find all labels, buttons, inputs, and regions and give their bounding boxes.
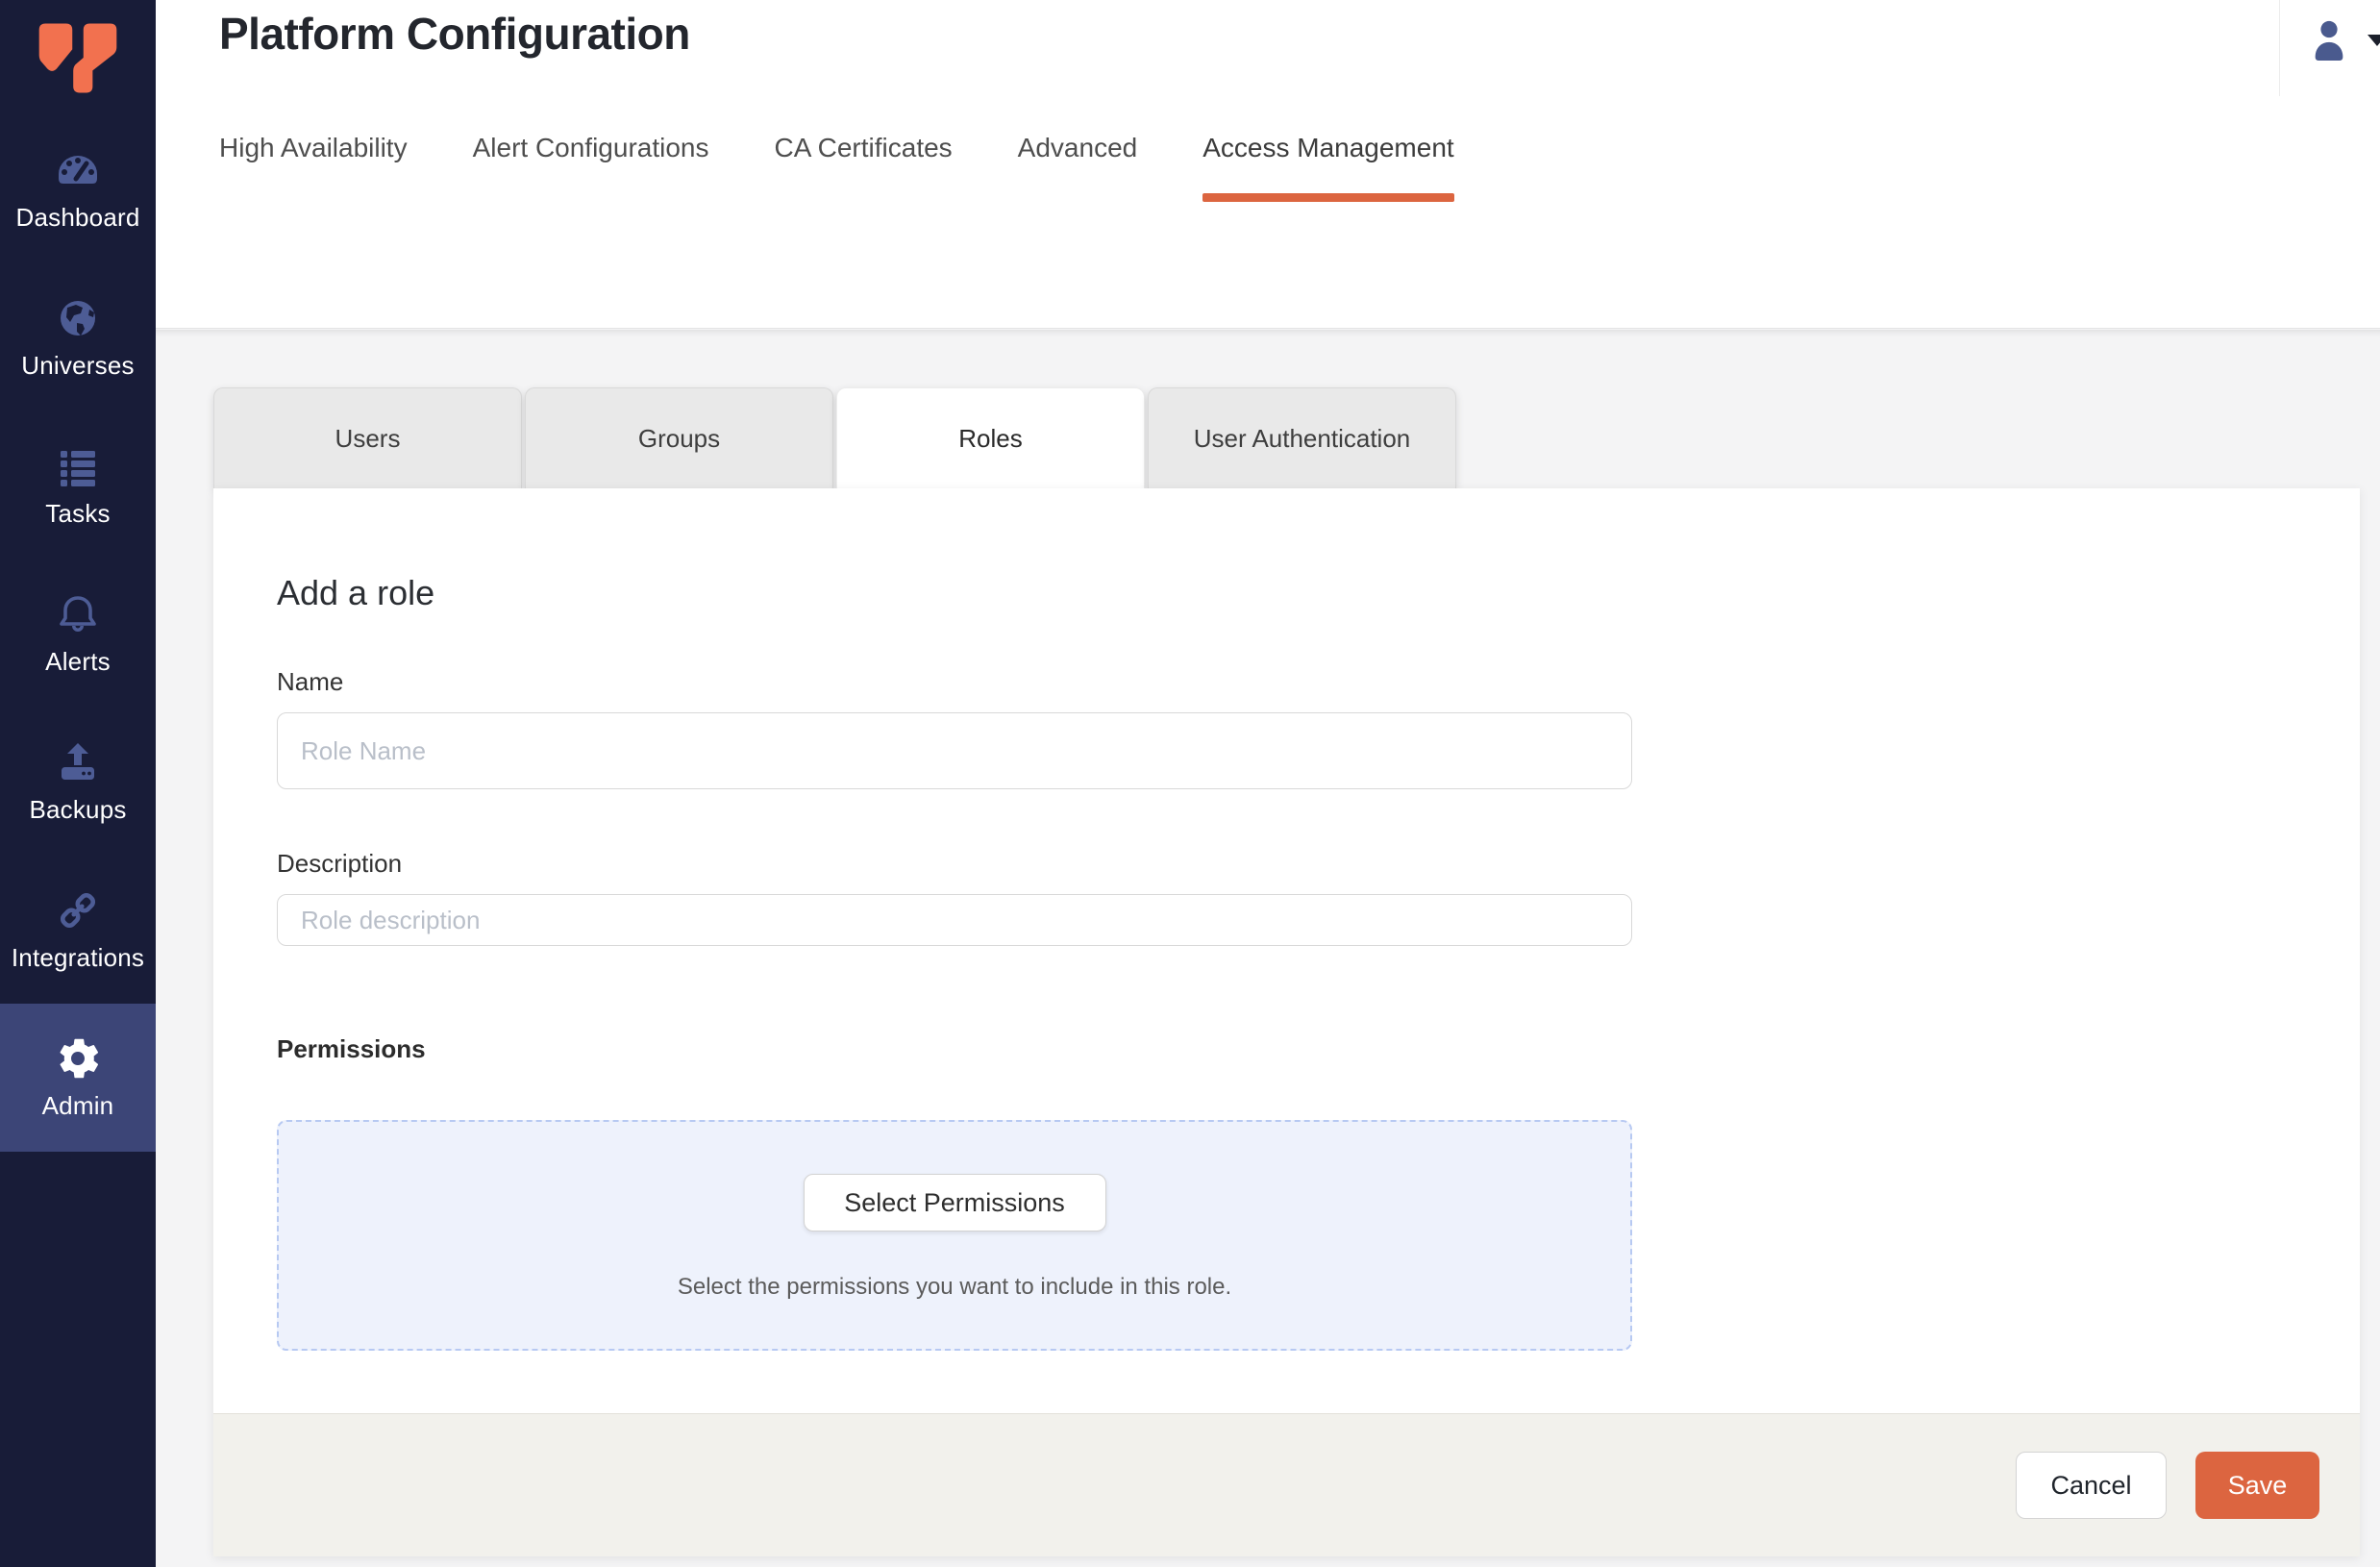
tasks-list-icon	[55, 443, 101, 489]
sidebar-item-label: Tasks	[45, 499, 110, 529]
sidebar-item-integrations[interactable]: Integrations	[0, 856, 156, 1004]
access-management-subtabs: Users Groups Roles User Authentication	[213, 387, 2380, 488]
form-footer: Cancel Save	[213, 1413, 2360, 1556]
yugabyte-logo-icon[interactable]	[32, 17, 124, 96]
subtab-groups[interactable]: Groups	[525, 387, 833, 488]
sidebar-item-label: Universes	[21, 351, 134, 381]
page-header: Platform Configuration High Availability…	[156, 0, 2380, 329]
permissions-dropzone: Select Permissions Select the permission…	[277, 1120, 1632, 1351]
subtab-roles[interactable]: Roles	[836, 387, 1145, 488]
select-permissions-button[interactable]: Select Permissions	[804, 1174, 1106, 1231]
sidebar-item-label: Admin	[42, 1091, 114, 1121]
sidebar-item-backups[interactable]: Backups	[0, 708, 156, 856]
save-button[interactable]: Save	[2195, 1452, 2319, 1519]
add-role-form: Add a role Name Description Permissions …	[213, 488, 2360, 1413]
tab-access-management[interactable]: Access Management	[1202, 133, 1453, 202]
sidebar-item-tasks[interactable]: Tasks	[0, 411, 156, 560]
sidebar-item-label: Dashboard	[16, 203, 140, 233]
configuration-tabs: High Availability Alert Configurations C…	[219, 133, 1454, 202]
integrations-link-icon	[55, 887, 101, 933]
user-icon	[2307, 19, 2351, 62]
permissions-helper-text: Select the permissions you want to inclu…	[678, 1274, 1231, 1301]
backups-upload-icon	[55, 739, 101, 785]
alerts-bell-icon	[55, 591, 101, 637]
subtab-users[interactable]: Users	[213, 387, 522, 488]
topbar-divider	[2279, 0, 2280, 96]
admin-gear-icon	[55, 1035, 101, 1082]
sidebar-item-label: Alerts	[45, 647, 111, 677]
sidebar-item-label: Integrations	[12, 943, 144, 973]
universes-globe-icon	[55, 295, 101, 341]
sidebar-item-admin[interactable]: Admin	[0, 1004, 156, 1152]
user-menu-button[interactable]	[2293, 15, 2380, 69]
cancel-button[interactable]: Cancel	[2016, 1452, 2167, 1519]
tab-high-availability[interactable]: High Availability	[219, 133, 408, 202]
sidebar: Dashboard Universes Tasks	[0, 0, 156, 1567]
access-management-content: Users Groups Roles User Authentication A…	[156, 330, 2380, 1567]
tab-alert-configurations[interactable]: Alert Configurations	[473, 133, 709, 202]
platform-configuration-screen: Dashboard Universes Tasks	[0, 0, 2380, 1567]
roles-panel: Add a role Name Description Permissions …	[213, 488, 2360, 1556]
role-description-input[interactable]	[277, 894, 1632, 946]
tab-advanced[interactable]: Advanced	[1018, 133, 1138, 202]
dashboard-gauge-icon	[55, 147, 101, 193]
form-heading: Add a role	[277, 573, 2296, 613]
sidebar-nav: Dashboard Universes Tasks	[0, 115, 156, 1152]
page-title: Platform Configuration	[219, 8, 690, 60]
chevron-down-icon	[2368, 35, 2380, 46]
sidebar-item-dashboard[interactable]: Dashboard	[0, 115, 156, 263]
tab-ca-certificates[interactable]: CA Certificates	[775, 133, 953, 202]
sidebar-item-universes[interactable]: Universes	[0, 263, 156, 411]
sidebar-item-alerts[interactable]: Alerts	[0, 560, 156, 708]
sidebar-item-label: Backups	[29, 795, 126, 825]
subtab-user-authentication[interactable]: User Authentication	[1148, 387, 1456, 488]
description-field-label: Description	[277, 849, 2296, 879]
role-name-input[interactable]	[277, 712, 1632, 789]
permissions-section-label: Permissions	[277, 1034, 2296, 1064]
name-field-label: Name	[277, 667, 2296, 697]
